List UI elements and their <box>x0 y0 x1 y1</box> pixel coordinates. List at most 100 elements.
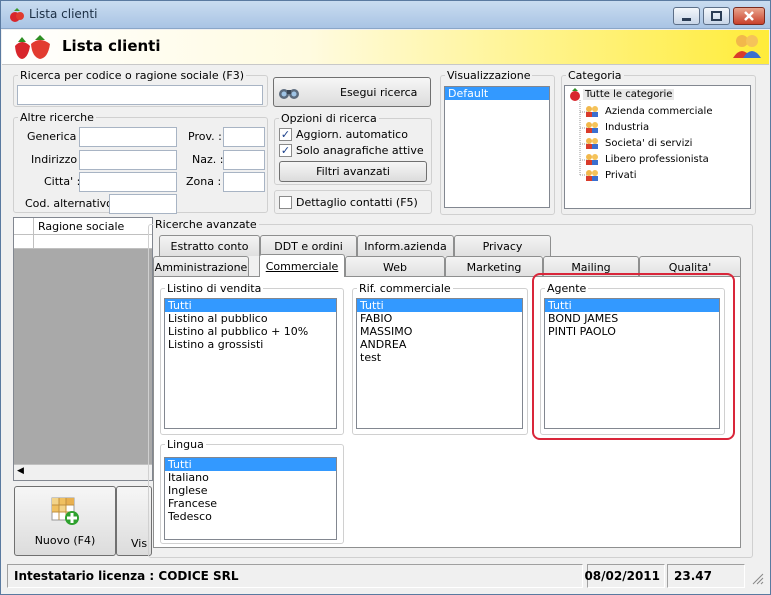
title-bar: Lista clienti <box>1 1 770 29</box>
list-item[interactable]: Inglese <box>165 484 336 497</box>
list-item[interactable]: Tedesco <box>165 510 336 523</box>
list-item[interactable]: FABIO <box>357 312 522 325</box>
checkmark-icon: ✓ <box>279 144 292 157</box>
sales-ref-list[interactable]: Tutti FABIO MASSIMO ANDREA test <box>356 298 523 429</box>
page-title: Lista clienti <box>62 37 161 55</box>
province-input[interactable] <box>223 127 265 147</box>
tree-node-label: Azienda commerciale <box>605 105 713 117</box>
grid-header: Ragione sociale <box>14 218 152 235</box>
tab-amministrazione[interactable]: Amministrazione <box>153 256 249 277</box>
advanced-filters-button[interactable]: Filtri avanzati <box>279 161 427 182</box>
list-item[interactable]: Tutti <box>165 458 336 471</box>
people-icon <box>585 153 599 165</box>
view-list[interactable]: Default <box>444 86 550 208</box>
generic-input[interactable] <box>79 127 177 147</box>
price-list-legend: Listino di vendita <box>167 282 262 295</box>
tab-privacy[interactable]: Privacy <box>454 235 551 256</box>
status-time: 23.47 <box>667 564 745 588</box>
list-item[interactable]: Italiano <box>165 471 336 484</box>
tree-node-label: Libero professionista <box>605 153 709 165</box>
grid-corner <box>14 218 34 235</box>
tab-ddt-ordini[interactable]: DDT e ordini <box>260 235 357 256</box>
list-item[interactable]: Tutti <box>357 299 522 312</box>
grid-column-header[interactable]: Ragione sociale <box>38 220 124 233</box>
view-button[interactable]: Vis <box>116 486 152 556</box>
execute-search-label: Esegui ricerca <box>340 85 418 99</box>
search-options-legend: Opzioni di ricerca <box>281 112 377 125</box>
tab-marketing[interactable]: Marketing <box>445 256 543 277</box>
province-label: Prov. : <box>188 130 222 143</box>
list-item[interactable]: Listino a grossisti <box>165 338 336 351</box>
strawberry-logo-icon <box>15 35 50 59</box>
tab-estratto-conto[interactable]: Estratto conto <box>159 235 260 256</box>
list-item[interactable]: Tutti <box>165 299 336 312</box>
list-item[interactable]: Listino al pubblico <box>165 312 336 325</box>
language-legend: Lingua <box>167 438 204 451</box>
alt-code-input[interactable] <box>109 194 177 214</box>
minimize-button[interactable] <box>673 7 700 25</box>
tree-node[interactable]: Privati <box>585 169 637 181</box>
city-label: Citta' : <box>44 175 81 188</box>
minimize-icon <box>682 18 691 21</box>
customers-grid[interactable]: Ragione sociale ◀ <box>13 217 153 481</box>
price-list[interactable]: Tutti Listino al pubblico Listino al pub… <box>164 298 337 429</box>
search-code-input[interactable] <box>17 85 263 105</box>
new-button[interactable]: Nuovo (F4) <box>14 486 116 556</box>
list-item[interactable]: Listino al pubblico + 10% <box>165 325 336 338</box>
row-selector <box>14 235 34 249</box>
view-legend: Visualizzazione <box>447 69 531 82</box>
tab-inform-azienda[interactable]: Inform.azienda <box>357 235 454 256</box>
alt-code-label: Cod. alternativo : <box>25 197 121 210</box>
horizontal-scrollbar[interactable]: ◀ <box>14 464 152 480</box>
tree-node-label: Societa' di servizi <box>605 137 693 149</box>
contact-details-checkbox[interactable]: Dettaglio contatti (F5) <box>279 196 418 209</box>
tab-commerciale[interactable]: Commerciale <box>259 254 345 277</box>
tree-node[interactable]: Societa' di servizi <box>585 137 692 149</box>
tree-node-root[interactable]: Tutte le categorie <box>567 88 675 101</box>
window-title: Lista clienti <box>29 7 98 21</box>
strawberry-icon <box>570 88 580 101</box>
category-tree[interactable]: Tutte le categorie Azienda commerciale I… <box>564 85 751 209</box>
resize-grip-icon[interactable] <box>751 572 765 586</box>
page-header: Lista clienti <box>2 30 769 65</box>
address-label: Indirizzo : <box>31 153 85 166</box>
table-row[interactable] <box>14 235 152 249</box>
zone-label: Zona : <box>186 175 222 188</box>
view-button-label: Vis <box>131 537 148 550</box>
license-holder: Intestatario licenza : CODICE SRL <box>7 564 583 588</box>
nation-label: Naz. : <box>192 153 224 166</box>
nation-input[interactable] <box>223 150 265 170</box>
new-grid-icon <box>51 497 79 525</box>
zone-input[interactable] <box>223 172 265 192</box>
close-button[interactable] <box>733 7 765 25</box>
city-input[interactable] <box>79 172 177 192</box>
list-item[interactable]: test <box>357 351 522 364</box>
status-bar: Intestatario licenza : CODICE SRL 08/02/… <box>7 564 766 588</box>
people-icon <box>585 121 599 133</box>
highlight-box <box>532 273 735 440</box>
checkmark-icon: ✓ <box>279 128 292 141</box>
address-input[interactable] <box>79 150 177 170</box>
list-item[interactable]: Francese <box>165 497 336 510</box>
language-list[interactable]: Tutti Italiano Inglese Francese Tedesco <box>164 457 337 540</box>
auto-update-checkbox[interactable]: ✓ Aggiorn. automatico <box>279 128 408 141</box>
tree-node[interactable]: Industria <box>585 121 649 133</box>
tree-node-label: Tutte le categorie <box>583 89 675 100</box>
tab-web[interactable]: Web <box>345 256 445 277</box>
tree-node[interactable]: Azienda commerciale <box>585 105 713 117</box>
list-item[interactable]: MASSIMO <box>357 325 522 338</box>
maximize-icon <box>711 11 722 21</box>
list-item[interactable]: ANDREA <box>357 338 522 351</box>
execute-search-button[interactable]: Esegui ricerca <box>273 77 431 107</box>
scroll-left-icon[interactable]: ◀ <box>17 466 24 476</box>
contact-details-label: Dettaglio contatti (F5) <box>296 196 418 209</box>
status-date: 08/02/2011 <box>584 564 665 588</box>
maximize-button[interactable] <box>703 7 730 25</box>
close-icon <box>744 11 754 21</box>
active-only-checkbox[interactable]: ✓ Solo anagrafiche attive <box>279 144 424 157</box>
people-icon <box>585 169 599 181</box>
sales-ref-legend: Rif. commerciale <box>359 282 451 295</box>
tree-node[interactable]: Libero professionista <box>585 153 709 165</box>
list-item[interactable]: Default <box>445 87 549 100</box>
users-icon[interactable] <box>732 32 762 60</box>
